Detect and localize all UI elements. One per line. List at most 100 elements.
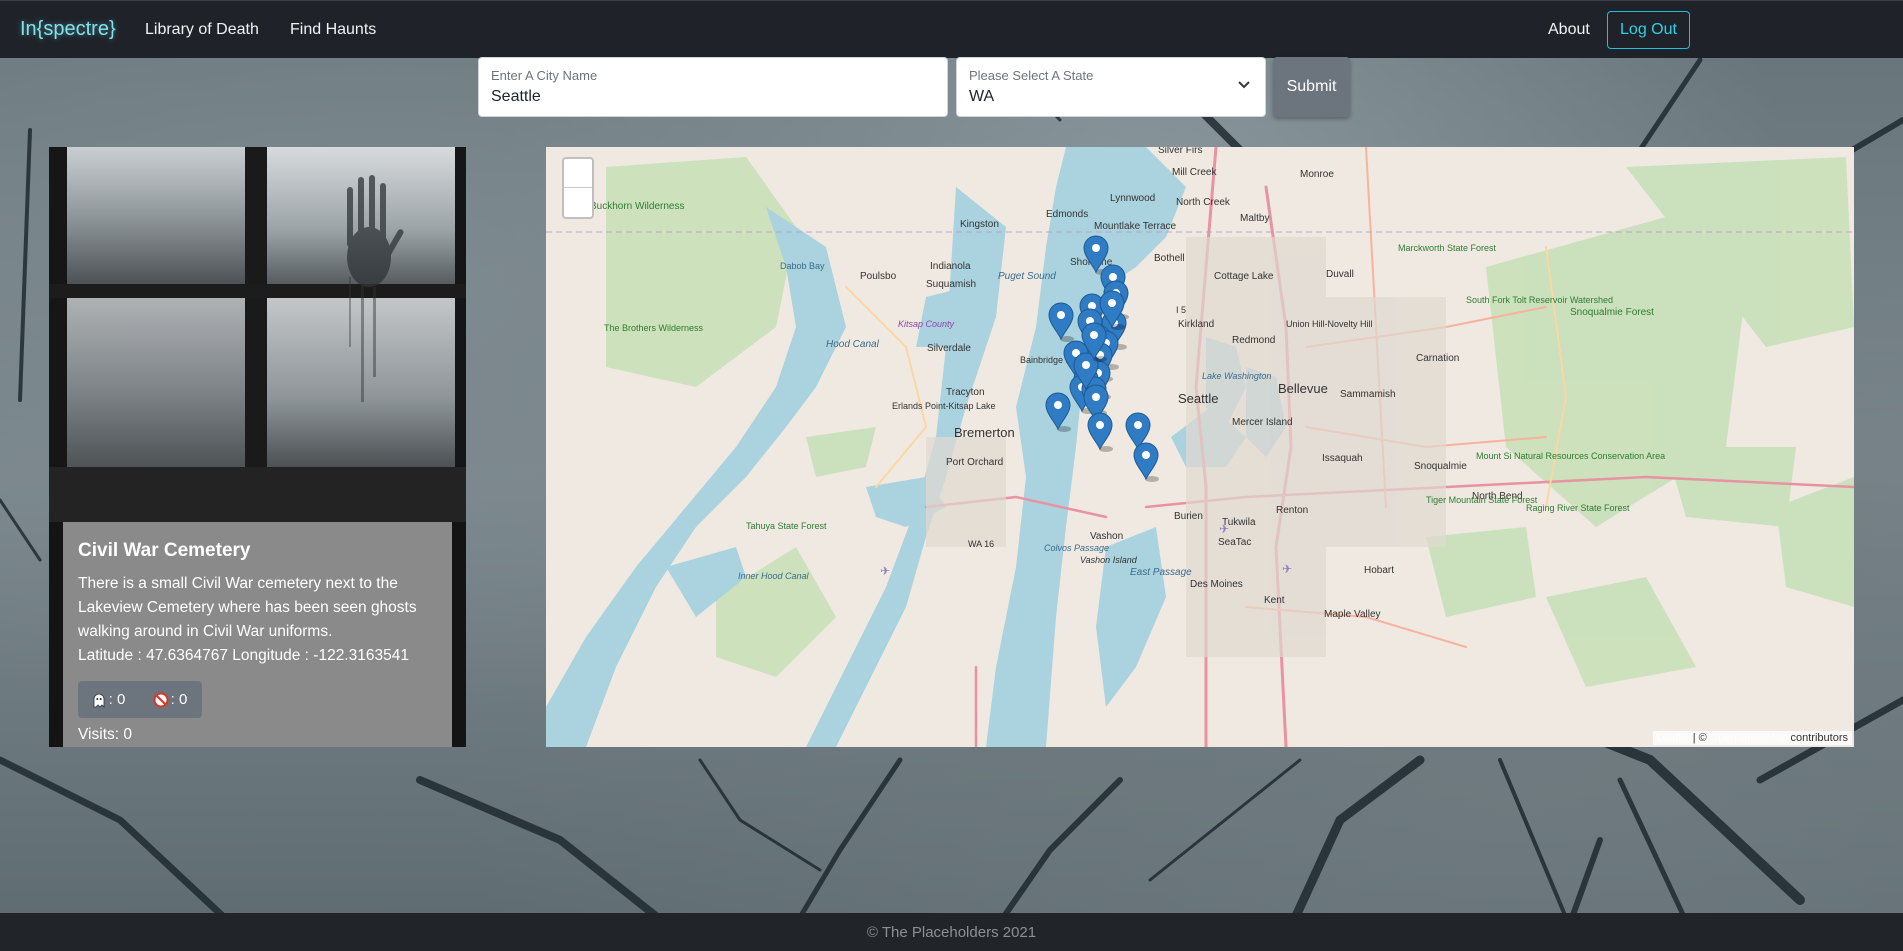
map-label-tracyton: Tracyton	[946, 387, 985, 398]
map-label-vashon-island: Vashon Island	[1080, 555, 1138, 565]
map-label-kingston: Kingston	[960, 219, 999, 230]
map-label-des-moines: Des Moines	[1190, 579, 1243, 590]
map-label-tiger-mountain: Tiger Mountain State Forest	[1426, 495, 1538, 505]
footer-copyright: © The Placeholders 2021	[866, 923, 1037, 941]
map-label-puget-sound: Puget Sound	[998, 271, 1056, 282]
map-label-south-fork-tolt-reservoir: South Fork Tolt Reservoir Watershed	[1466, 295, 1613, 305]
map-label-bellevue: Bellevue	[1278, 381, 1328, 396]
haunt-description: There is a small Civil War cemetery next…	[78, 575, 417, 640]
zoom-control[interactable]	[562, 157, 594, 219]
nav-link-library-of-death[interactable]: Library of Death	[145, 21, 259, 39]
vote-button-group: : 0 : 0	[78, 681, 202, 718]
map-label-snoqualmie-forest: Snoqualmie Forest	[1570, 307, 1654, 318]
prohibited-icon	[153, 692, 169, 707]
footer: © The Placeholders 2021	[0, 913, 1903, 951]
state-select[interactable]: Please Select A State WA	[956, 57, 1266, 117]
map-label-inner-hood-canal: Inner Hood Canal	[738, 571, 810, 581]
zoom-in-button[interactable]	[564, 159, 592, 188]
map-label-renton: Renton	[1276, 505, 1308, 516]
leaflet-attribution-link[interactable]: Leaflet	[1657, 732, 1690, 744]
map-label-seattle: Seattle	[1178, 391, 1218, 406]
no-ghost-vote-button[interactable]: : 0	[138, 681, 202, 718]
map-attribution: Leaflet | © OpenStreetMap contributors	[1652, 731, 1852, 745]
map-tiles: Silver Firs Mill Creek Monroe Lynnwood N…	[546, 147, 1854, 747]
ghost-icon	[93, 693, 105, 708]
map-label-kirkland: Kirkland	[1178, 319, 1214, 330]
map-label-lake-washington: Lake Washington	[1202, 371, 1271, 381]
map-label-lynnwood: Lynnwood	[1110, 193, 1155, 204]
nav-link-about[interactable]: About	[1548, 21, 1590, 39]
attribution-contributors: contributors	[1790, 732, 1848, 744]
map-label-maple-valley: Maple Valley	[1324, 609, 1381, 620]
map-label-dabob-bay: Dabob Bay	[780, 261, 825, 271]
map-label-vashon: Vashon	[1090, 531, 1123, 542]
map-label-silver-firs: Silver Firs	[1158, 147, 1202, 156]
map-label-kitsap-county: Kitsap County	[898, 319, 955, 329]
map-label-mill-creek: Mill Creek	[1172, 167, 1217, 178]
map-label-kent: Kent	[1264, 595, 1285, 606]
map-label-bremerton: Bremerton	[954, 425, 1015, 440]
map-label-the-brothers-wilderness: The Brothers Wilderness	[604, 323, 704, 333]
ghost-vote-button[interactable]: : 0	[78, 681, 138, 718]
map-label-maltby: Maltby	[1240, 213, 1269, 224]
attribution-separator: | ©	[1692, 732, 1707, 744]
state-select-label: Please Select A State	[969, 68, 1094, 83]
airport-icon: ✈	[1282, 562, 1292, 576]
no-ghost-vote-count: : 0	[170, 691, 188, 708]
osm-attribution-link[interactable]: OpenStreetMap	[1710, 732, 1788, 744]
chevron-down-icon	[1238, 81, 1250, 89]
map-label-hood-canal: Hood Canal	[826, 339, 880, 350]
visits-count: Visits: 0	[78, 726, 132, 743]
map-label-tahuya-state-forest: Tahuya State Forest	[746, 521, 827, 531]
map-label-edmonds: Edmonds	[1046, 209, 1088, 220]
map-label-sammamish: Sammamish	[1340, 389, 1396, 400]
map-label-i5: I 5	[1176, 305, 1186, 315]
city-field-label: Enter A City Name	[491, 68, 598, 83]
map-label-carnation: Carnation	[1416, 353, 1459, 364]
map-label-buckhorn-wilderness: Buckhorn Wilderness	[590, 201, 684, 212]
map-label-hobart: Hobart	[1364, 565, 1394, 576]
map-label-burien: Burien	[1174, 511, 1203, 522]
haunt-card: Civil War Cemetery There is a small Civi…	[49, 147, 466, 747]
state-select-value: WA	[969, 88, 995, 105]
map-label-east-passage: East Passage	[1130, 567, 1192, 578]
submit-button[interactable]: Submit	[1273, 57, 1350, 117]
map-label-mount-si: Mount Si Natural Resources Conservation …	[1476, 451, 1665, 461]
map-label-marckworth-state-forest: Marckworth State Forest	[1398, 243, 1497, 253]
haunt-title: Civil War Cemetery	[78, 540, 251, 561]
map-label-bothell: Bothell	[1154, 253, 1185, 264]
map-label-wa-16: WA 16	[968, 539, 994, 549]
map-label-union-hill: Union Hill-Novelty Hill	[1286, 319, 1373, 329]
city-field[interactable]: Enter A City Name Seattle	[478, 57, 948, 117]
ghost-vote-count: : 0	[108, 691, 126, 708]
map-label-north-creek: North Creek	[1176, 197, 1231, 208]
city-field-value[interactable]: Seattle	[491, 88, 541, 106]
map-label-snoqualmie: Snoqualmie	[1414, 461, 1467, 472]
haunt-coordinates: Latitude : 47.6364767 Longitude : -122.3…	[78, 647, 409, 664]
map-label-silverdale: Silverdale	[927, 343, 971, 354]
map-label-duvall: Duvall	[1326, 269, 1354, 280]
airport-icon: ✈	[880, 564, 890, 578]
airport-icon: ✈	[1219, 522, 1229, 536]
map-label-redmond: Redmond	[1232, 335, 1275, 346]
map-label-indianola: Indianola	[930, 261, 971, 272]
haunt-image	[49, 147, 466, 522]
nav-link-find-haunts[interactable]: Find Haunts	[290, 21, 376, 39]
map-label-suquamish: Suquamish	[926, 279, 976, 290]
map-label-port-orchard: Port Orchard	[946, 457, 1003, 468]
logout-button[interactable]: Log Out	[1607, 11, 1690, 49]
map-label-raging-river: Raging River State Forest	[1526, 503, 1630, 513]
map-label-mountlake-terrace: Mountlake Terrace	[1094, 221, 1177, 232]
map-label-poulsbo: Poulsbo	[860, 271, 897, 282]
map-label-monroe: Monroe	[1300, 169, 1334, 180]
map-label-mercer-island: Mercer Island	[1232, 417, 1293, 428]
map-label-issaquah: Issaquah	[1322, 453, 1363, 464]
brand-logo[interactable]: In{spectre}	[20, 18, 116, 41]
map-label-seatac: SeaTac	[1218, 537, 1251, 548]
haunt-map[interactable]: Silver Firs Mill Creek Monroe Lynnwood N…	[546, 147, 1854, 747]
map-label-cottage-lake: Cottage Lake	[1214, 271, 1274, 282]
navbar: In{spectre} Library of Death Find Haunts…	[0, 0, 1903, 58]
haunt-card-body: Civil War Cemetery There is a small Civi…	[63, 522, 452, 747]
map-label-colvos-passage: Colvos Passage	[1044, 543, 1109, 553]
map-label-erlands-point: Erlands Point-Kitsap Lake	[892, 401, 996, 411]
